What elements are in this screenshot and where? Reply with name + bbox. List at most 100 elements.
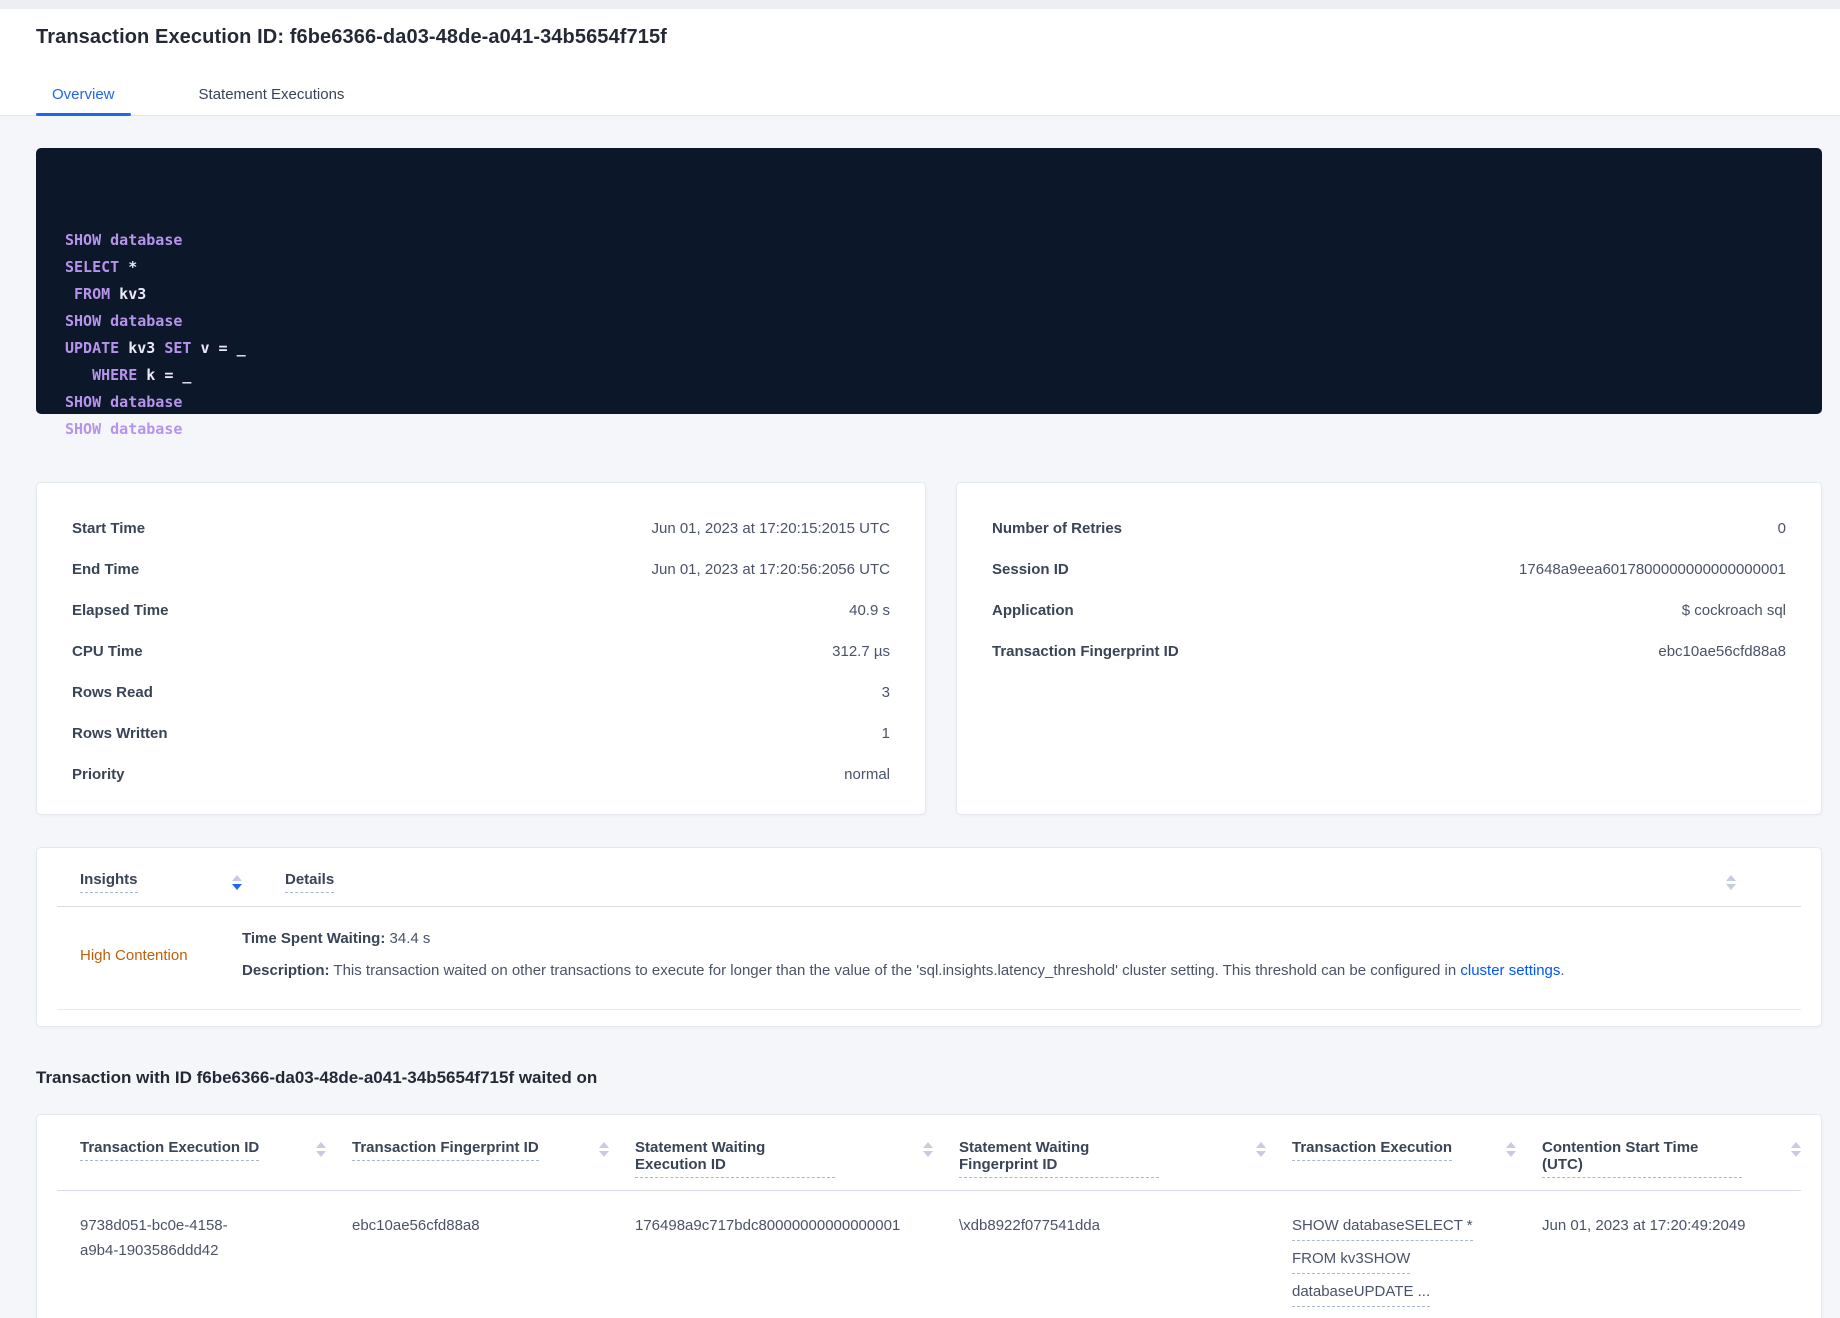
retries-value: 0 <box>1777 520 1786 537</box>
transaction-execution-id-label[interactable]: Transaction Execution ID <box>80 1139 260 1161</box>
end-time-label: End Time <box>72 561 140 578</box>
summary-row-retries: Number of Retries 0 <box>992 508 1786 549</box>
sort-asc-arrow-icon <box>232 874 242 881</box>
time-spent-waiting-value: 34.4 s <box>385 930 431 947</box>
rows-written-value: 1 <box>881 725 890 742</box>
waited-table-row: 9738d051-bc0e-4158-a9b4-1903586ddd42 ebc… <box>37 1191 1821 1318</box>
tab-statement-executions[interactable]: Statement Executions <box>183 76 361 116</box>
sort-asc-arrow-icon <box>599 1142 609 1148</box>
summary-row-end-time: End Time Jun 01, 2023 at 17:20:56:2056 U… <box>72 549 890 590</box>
sort-desc-arrow-icon <box>599 1151 609 1157</box>
summary-row-priority: Priority normal <box>72 754 890 795</box>
priority-value: normal <box>844 766 890 783</box>
cell-statement-waiting-fingerprint-id: \xdb8922f077541dda <box>959 1217 1100 1234</box>
col-header-transaction-execution-id: Transaction Execution ID <box>80 1139 352 1178</box>
description-line: Description: This transaction waited on … <box>242 959 1565 983</box>
summary-row-txn-fingerprint: Transaction Fingerprint ID ebc10ae56cfd8… <box>992 631 1786 672</box>
time-spent-waiting-label: Time Spent Waiting: <box>242 930 386 947</box>
cell-transaction-execution-preview[interactable]: SHOW databaseSELECT * FROM kv3SHOW datab… <box>1292 1213 1542 1312</box>
summary-card-right: Number of Retries 0 Session ID 17648a9ee… <box>956 482 1822 815</box>
col-header-contention-start-time: Contention Start Time (UTC) <box>1542 1139 1801 1178</box>
details-column-label[interactable]: Details <box>285 871 335 893</box>
sort-desc-arrow-icon <box>316 1151 326 1157</box>
statement-waiting-execution-id-label[interactable]: Statement Waiting Execution ID <box>635 1139 835 1178</box>
cell-transaction-fingerprint-id: ebc10ae56cfd88a8 <box>352 1217 480 1234</box>
transaction-details-page: Transaction Execution ID: f6be6366-da03-… <box>0 0 1840 1318</box>
col-header-statement-waiting-fingerprint-id: Statement Waiting Fingerprint ID <box>959 1139 1292 1178</box>
cell-statement-waiting-execution-id: 176498a9c717bdc80000000000000001 <box>635 1217 901 1234</box>
page-header: Transaction Execution ID: f6be6366-da03-… <box>0 9 1840 116</box>
description-suffix: . <box>1560 962 1565 979</box>
transaction-execution-label[interactable]: Transaction Execution <box>1292 1139 1453 1161</box>
sort-desc-arrow-icon <box>1506 1151 1516 1157</box>
end-time-value: Jun 01, 2023 at 17:20:56:2056 UTC <box>651 561 890 578</box>
insights-column-header: Insights <box>80 871 242 893</box>
sort-icon[interactable] <box>1791 1142 1801 1157</box>
sql-statements-box: SHOW database SELECT * FROM kv3 SHOW datab… <box>36 148 1822 438</box>
cell-contention-start-time: Jun 01, 2023 at 17:20:49:2049 <box>1542 1217 1746 1234</box>
sort-icon[interactable] <box>1506 1142 1516 1157</box>
page-top-strip <box>0 0 1840 9</box>
col-header-transaction-fingerprint-id: Transaction Fingerprint ID <box>352 1139 635 1178</box>
sort-desc-arrow-icon <box>1726 883 1736 890</box>
insights-card: Insights Details High Contention Time Sp… <box>36 847 1822 1027</box>
high-contention-badge: High Contention <box>80 946 188 964</box>
summary-row-rows-read: Rows Read 3 <box>72 672 890 713</box>
sql-code: SHOW database SELECT * FROM kv3 SHOW datab… <box>65 231 246 438</box>
sort-icon[interactable] <box>1256 1142 1266 1157</box>
col-header-transaction-execution: Transaction Execution <box>1292 1139 1542 1178</box>
insights-extra-sort-icon[interactable] <box>1726 874 1736 890</box>
sql-preview-line[interactable]: databaseUPDATE ... <box>1292 1279 1431 1307</box>
sort-asc-arrow-icon <box>316 1142 326 1148</box>
tab-overview[interactable]: Overview <box>36 76 131 116</box>
main-content: SHOW database SELECT * FROM kv3 SHOW datab… <box>0 116 1840 1318</box>
summary-row-session-id: Session ID 17648a9eea6017800000000000000… <box>992 549 1786 590</box>
insights-column-label[interactable]: Insights <box>80 871 138 893</box>
insights-sort-icon[interactable] <box>232 874 242 890</box>
sort-desc-arrow-icon <box>923 1151 933 1157</box>
sort-desc-arrow-icon <box>232 883 242 890</box>
col-header-statement-waiting-execution-id: Statement Waiting Execution ID <box>635 1139 959 1178</box>
rows-read-value: 3 <box>881 684 890 701</box>
txn-fingerprint-link[interactable]: ebc10ae56cfd88a8 <box>1658 643 1786 660</box>
sort-desc-arrow-icon <box>1791 1151 1801 1157</box>
sort-icon[interactable] <box>923 1142 933 1157</box>
start-time-label: Start Time <box>72 520 146 537</box>
sort-desc-arrow-icon <box>1256 1151 1266 1157</box>
sql-preview-line[interactable]: SHOW databaseSELECT * <box>1292 1213 1473 1241</box>
application-value: $ cockroach sql <box>1681 602 1786 619</box>
session-id-label: Session ID <box>992 561 1069 578</box>
sql-preview-line[interactable]: FROM kv3SHOW <box>1292 1246 1411 1274</box>
cpu-time-value: 312.7 µs <box>832 643 890 660</box>
time-spent-waiting-line: Time Spent Waiting: 34.4 s <box>242 927 1565 951</box>
cpu-time-label: CPU Time <box>72 643 143 660</box>
waited-on-heading: Transaction with ID f6be6366-da03-48de-a… <box>36 1068 598 1087</box>
summary-row-elapsed-time: Elapsed Time 40.9 s <box>72 590 890 631</box>
summary-cards-row: Start Time Jun 01, 2023 at 17:20:15:2015… <box>36 482 1822 815</box>
insights-table-header: Insights Details <box>37 848 1821 906</box>
sort-icon[interactable] <box>316 1142 326 1157</box>
transaction-fingerprint-id-label[interactable]: Transaction Fingerprint ID <box>352 1139 539 1161</box>
sort-asc-arrow-icon <box>1256 1142 1266 1148</box>
waited-on-table-card: Transaction Execution ID Transaction Fin… <box>36 1114 1822 1318</box>
rows-written-label: Rows Written <box>72 725 168 742</box>
sort-icon[interactable] <box>599 1142 609 1157</box>
sort-asc-arrow-icon <box>923 1142 933 1148</box>
insights-row: High Contention Time Spent Waiting: 34.4… <box>37 907 1821 1009</box>
txn-fingerprint-label: Transaction Fingerprint ID <box>992 643 1179 660</box>
cluster-settings-link[interactable]: cluster settings <box>1460 962 1560 979</box>
cell-transaction-execution-id: 9738d051-bc0e-4158-a9b4-1903586ddd42 <box>80 1217 228 1259</box>
application-label: Application <box>992 602 1074 619</box>
elapsed-time-label: Elapsed Time <box>72 602 169 619</box>
contention-start-time-label[interactable]: Contention Start Time (UTC) <box>1542 1139 1742 1178</box>
sort-asc-arrow-icon <box>1726 874 1736 881</box>
description-text: This transaction waited on other transac… <box>329 962 1461 979</box>
page-title: Transaction Execution ID: f6be6366-da03-… <box>36 26 667 48</box>
waited-table-header: Transaction Execution ID Transaction Fin… <box>37 1139 1821 1178</box>
statement-waiting-fingerprint-id-label[interactable]: Statement Waiting Fingerprint ID <box>959 1139 1159 1178</box>
summary-row-application: Application $ cockroach sql <box>992 590 1786 631</box>
description-label: Description: <box>242 962 330 979</box>
priority-label: Priority <box>72 766 125 783</box>
tab-bar: Overview Statement Executions <box>36 76 1804 116</box>
retries-label: Number of Retries <box>992 520 1123 537</box>
